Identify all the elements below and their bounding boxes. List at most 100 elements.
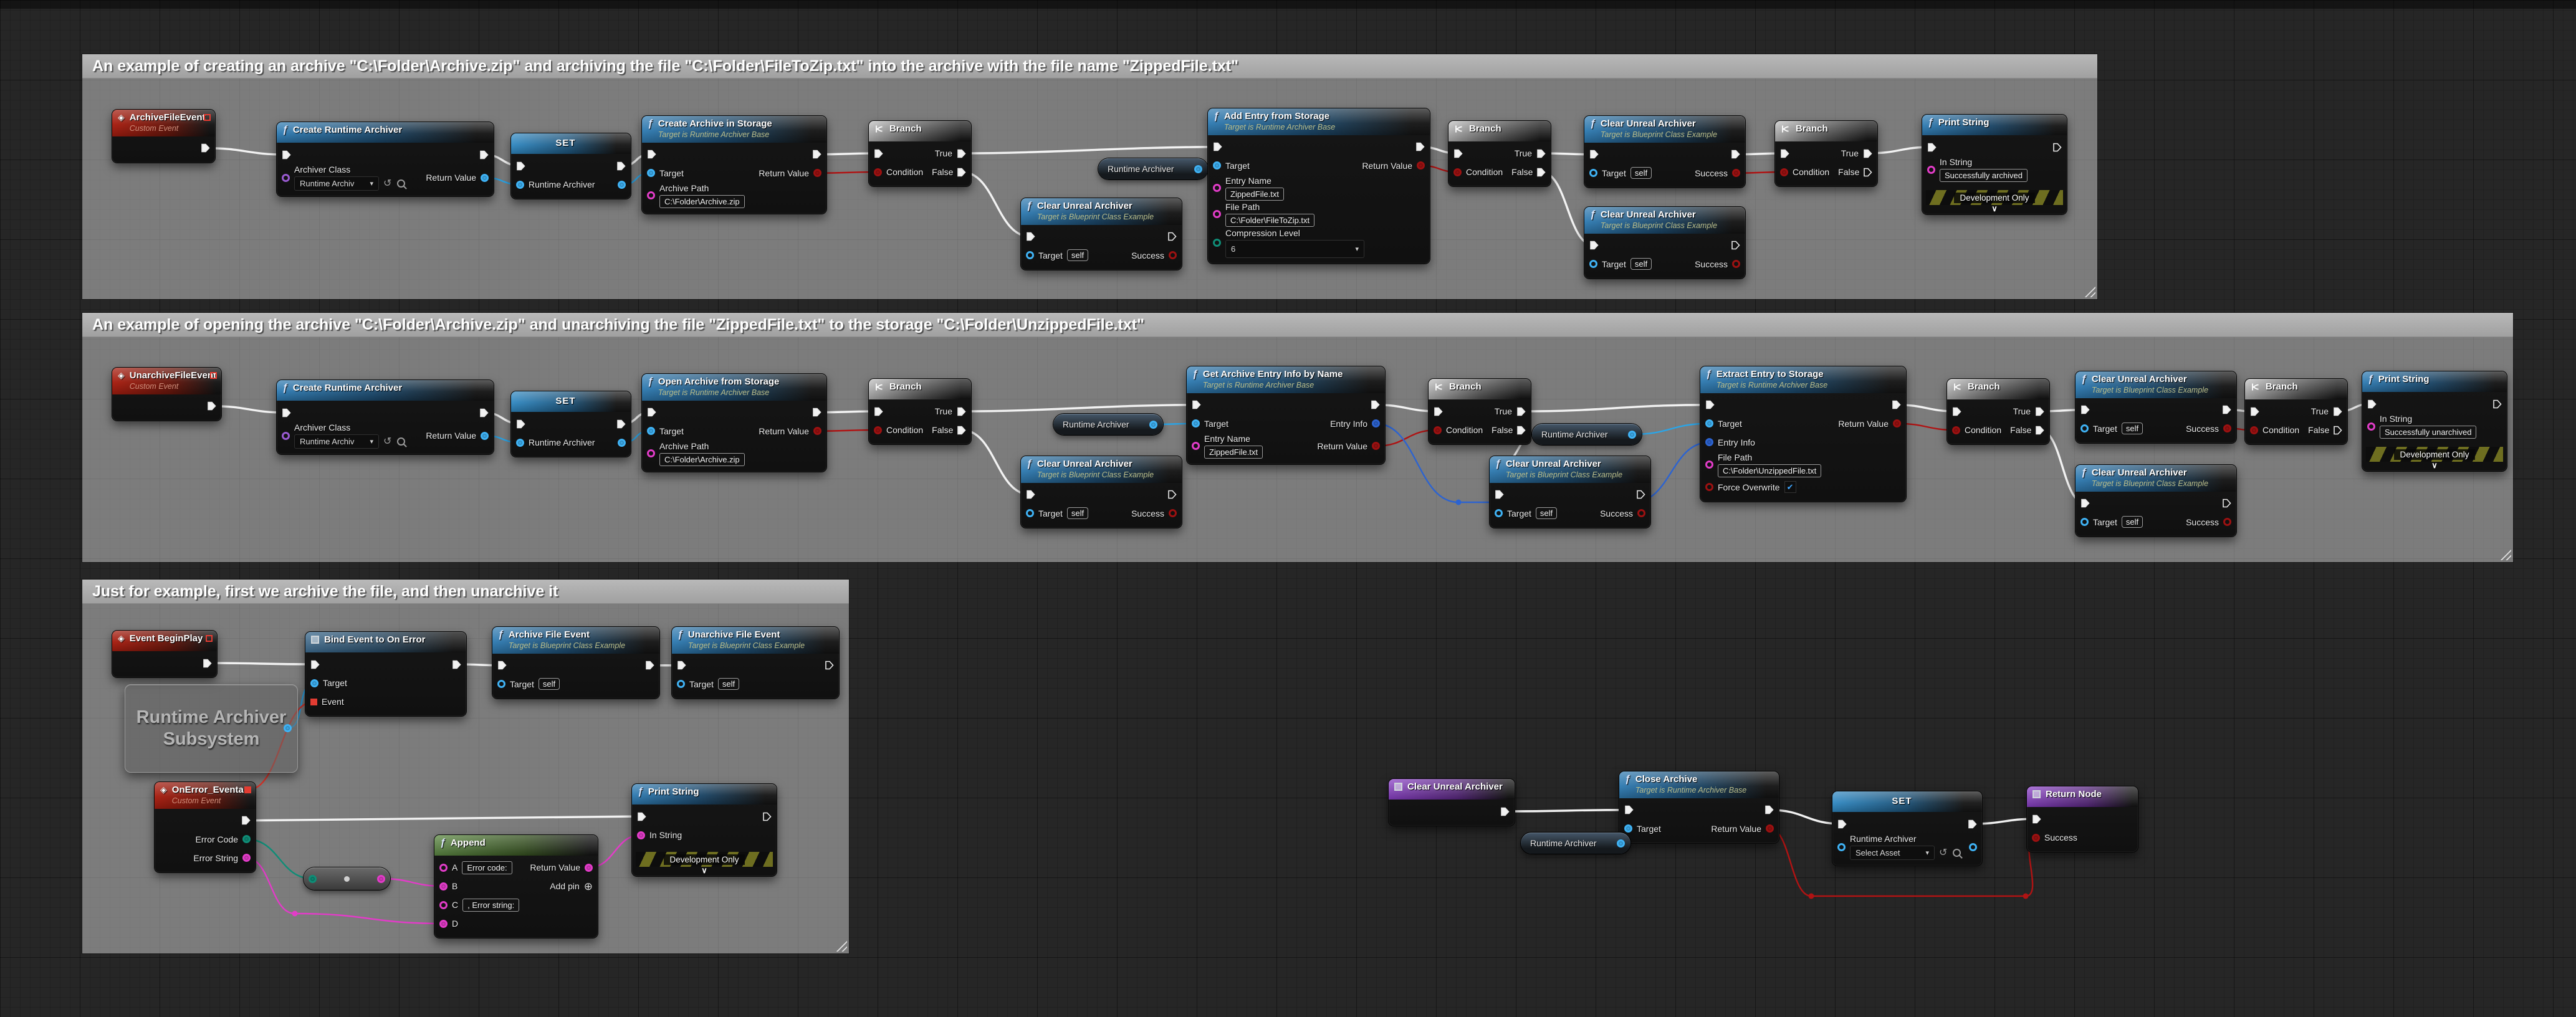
- exec-pin[interactable]: [2250, 407, 2259, 416]
- exec-pin[interactable]: [1952, 407, 1961, 416]
- success-pin[interactable]: [2223, 424, 2231, 432]
- success-pin[interactable]: [1169, 251, 1177, 259]
- reset-icon[interactable]: ↺: [383, 437, 391, 447]
- exec-pin[interactable]: [479, 150, 489, 160]
- exec-pin[interactable]: [825, 661, 834, 670]
- true-pin[interactable]: [1536, 149, 1546, 158]
- clear-unreal-archiver-node[interactable]: ƒClear Unreal ArchiverTarget is Blueprin…: [1021, 456, 1182, 528]
- text-input[interactable]: C:\Folder\FileToZip.txt: [1225, 214, 1314, 227]
- entry-name-pin[interactable]: [1213, 184, 1221, 192]
- collapse-chevron-icon[interactable]: ∨: [632, 867, 777, 876]
- success-pin[interactable]: [1732, 260, 1740, 268]
- error-string-pin[interactable]: [242, 854, 251, 862]
- extract-entry-to-storage-node[interactable]: ƒExtract Entry to StorageTarget is Runti…: [1700, 366, 1906, 502]
- condition-pin[interactable]: [1952, 426, 1960, 434]
- c-pin[interactable]: [439, 901, 448, 909]
- archive-path-pin[interactable]: [647, 191, 655, 199]
- event-pin[interactable]: [310, 699, 317, 705]
- exec-pin[interactable]: [201, 143, 210, 153]
- exec-pin[interactable]: [1837, 819, 1847, 829]
- true-pin[interactable]: [1516, 407, 1526, 416]
- entry-name-pin[interactable]: [1192, 442, 1200, 450]
- text-input[interactable]: ZippedFile.txt: [1225, 188, 1284, 201]
- target-pin[interactable]: [2080, 424, 2089, 432]
- exec-pin[interactable]: [618, 181, 626, 189]
- exec-pin[interactable]: [1624, 805, 1634, 814]
- exec-pin[interactable]: [874, 149, 883, 158]
- exec-pin[interactable]: [677, 661, 686, 670]
- runtime-archiver-variable[interactable]: Runtime Archiver: [1053, 414, 1163, 435]
- text-input[interactable]: ZippedFile.txt: [1204, 446, 1263, 459]
- exec-pin[interactable]: [1589, 150, 1599, 159]
- true-pin[interactable]: [957, 149, 966, 158]
- text-input[interactable]: Error code:: [462, 861, 512, 874]
- target-pin[interactable]: [1589, 260, 1597, 268]
- output-pin[interactable]: [1617, 839, 1625, 848]
- condition-pin[interactable]: [1453, 168, 1462, 176]
- add-pin-pin[interactable]: ⊕: [584, 881, 593, 892]
- exec-pin[interactable]: [1927, 143, 1937, 152]
- exec-pin[interactable]: [1780, 149, 1789, 158]
- open-archive-from-storage-node[interactable]: ƒOpen Archive from StorageTarget is Runt…: [642, 374, 826, 472]
- true-pin[interactable]: [1863, 149, 1872, 158]
- exec-pin[interactable]: [647, 150, 656, 159]
- exec-pin[interactable]: [812, 408, 821, 417]
- exec-pin[interactable]: [762, 812, 772, 821]
- get-archive-entry-info-by-name-node[interactable]: ƒGet Archive Entry Info by NameTarget is…: [1187, 366, 1385, 464]
- self-reference-box[interactable]: self: [2122, 516, 2143, 528]
- error-code-pin[interactable]: [242, 835, 251, 843]
- false-pin[interactable]: [1516, 426, 1526, 435]
- search-icon[interactable]: [397, 437, 405, 446]
- set-node[interactable]: SETRuntime Archiver: [511, 133, 631, 199]
- self-reference-box[interactable]: self: [1536, 507, 1557, 519]
- condition-pin[interactable]: [2250, 426, 2258, 434]
- text-input[interactable]: Successfully archived: [1940, 169, 2028, 182]
- exec-pin[interactable]: [647, 408, 656, 417]
- target-pin[interactable]: [1624, 824, 1632, 833]
- exec-pin[interactable]: [1415, 142, 1425, 151]
- archive-path-pin[interactable]: [647, 449, 655, 457]
- false-pin[interactable]: [1536, 168, 1546, 177]
- exec-pin[interactable]: [1731, 150, 1740, 159]
- return-value-pin[interactable]: [1417, 161, 1425, 170]
- in-string-pin[interactable]: [1927, 166, 1935, 174]
- byte-to-string-conversion-node[interactable]: [304, 867, 390, 890]
- target-pin[interactable]: [310, 679, 318, 687]
- self-reference-box[interactable]: self: [2122, 423, 2143, 434]
- output-pin[interactable]: [377, 875, 385, 883]
- create-runtime-archiver-node[interactable]: ƒCreate Runtime ArchiverArchiver ClassRu…: [277, 122, 494, 196]
- exec-pin[interactable]: [497, 661, 507, 670]
- file-path-pin[interactable]: [1705, 461, 1713, 469]
- delegate-pin[interactable]: [244, 786, 251, 793]
- exec-pin[interactable]: [1167, 490, 1177, 499]
- exec-pin[interactable]: [2052, 143, 2062, 152]
- output-pin[interactable]: [1628, 431, 1636, 439]
- exec-pin[interactable]: [1167, 232, 1177, 241]
- unarchivefileevent-node[interactable]: ◈UnarchiveFileEventCustom Event: [112, 368, 221, 421]
- exec-pin[interactable]: [1968, 819, 1977, 829]
- exec-pin[interactable]: [1192, 400, 1201, 409]
- target-pin[interactable]: [2080, 518, 2089, 526]
- false-pin[interactable]: [957, 426, 966, 435]
- set-node[interactable]: SETRuntime ArchiverSelect Asset▾↺: [1832, 791, 1982, 866]
- false-pin[interactable]: [2333, 426, 2342, 435]
- branch-node[interactable]: BranchTrueConditionFalse: [1429, 379, 1531, 444]
- return-value-pin[interactable]: [1893, 419, 1901, 427]
- return-value-pin[interactable]: [813, 427, 821, 435]
- unarchive-file-event-node[interactable]: ƒUnarchive File EventTarget is Blueprint…: [672, 627, 839, 699]
- target-pin[interactable]: [647, 169, 655, 177]
- condition-pin[interactable]: [1434, 426, 1442, 434]
- wire-reroute-dot[interactable]: [292, 911, 298, 917]
- onerror-eventa-node[interactable]: ◈OnError_EventaCustom EventError CodeErr…: [155, 782, 256, 872]
- delegate-pin[interactable]: [210, 372, 217, 379]
- return-node-node[interactable]: Return NodeSuccess: [2027, 786, 2138, 852]
- create-runtime-archiver-node[interactable]: ƒCreate Runtime ArchiverArchiver ClassRu…: [277, 380, 494, 454]
- target-pin[interactable]: [1589, 169, 1597, 177]
- self-reference-box[interactable]: self: [718, 678, 739, 690]
- runtime-archiver-variable[interactable]: Runtime Archiver: [1521, 833, 1630, 854]
- dropdown[interactable]: Runtime Archiv▾: [294, 176, 379, 191]
- exec-pin[interactable]: [2367, 399, 2377, 409]
- print-string-node[interactable]: ƒPrint StringIn StringDevelopment Only∨: [632, 784, 777, 876]
- exec-pin[interactable]: [241, 816, 251, 825]
- wire-reroute-dot[interactable]: [1456, 500, 1462, 505]
